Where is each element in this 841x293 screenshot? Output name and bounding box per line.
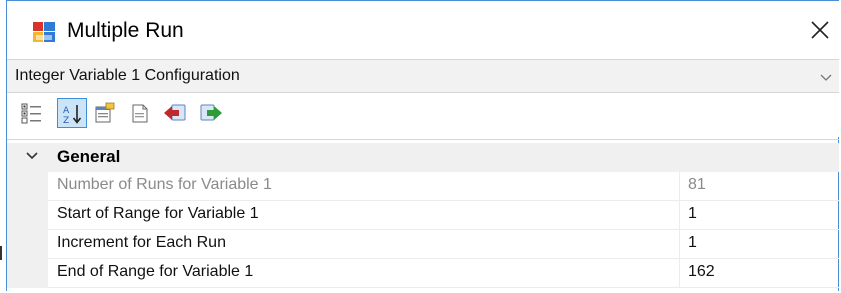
row-gutter	[7, 230, 48, 259]
title-bar: Multiple Run	[7, 1, 839, 59]
chevron-down-icon	[819, 70, 833, 84]
events-button[interactable]	[125, 98, 155, 128]
category-row-general: General	[7, 143, 839, 172]
property-value-cell[interactable]: 1	[680, 201, 839, 230]
property-name: Increment for Each Run	[57, 234, 226, 251]
property-row-end-of-range[interactable]: End of Range for Variable 1 162	[7, 259, 839, 288]
category-label: General	[57, 147, 121, 166]
property-name: Number of Runs for Variable 1	[57, 176, 272, 193]
arrow-back-icon	[164, 104, 186, 121]
property-pages-icon	[95, 102, 115, 123]
property-value-cell: 81	[680, 172, 839, 201]
property-name-cell: Start of Range for Variable 1	[48, 201, 680, 230]
object-selector-dropdown[interactable]: Integer Variable 1 Configuration	[7, 59, 839, 93]
property-name-cell: End of Range for Variable 1	[48, 259, 680, 288]
row-gutter	[7, 259, 48, 288]
close-button[interactable]	[803, 13, 837, 47]
back-button[interactable]	[159, 98, 189, 128]
categorized-icon	[21, 103, 41, 124]
property-row-start-of-range[interactable]: Start of Range for Variable 1 1	[7, 201, 839, 230]
property-row-increment[interactable]: Increment for Each Run 1	[7, 230, 839, 259]
property-pages-button[interactable]	[89, 98, 119, 128]
property-value-cell[interactable]: 1	[680, 230, 839, 259]
row-gutter	[7, 172, 48, 201]
property-value: 162	[688, 263, 715, 280]
selector-value: Integer Variable 1 Configuration	[15, 67, 240, 84]
property-row-number-of-runs[interactable]: Number of Runs for Variable 1 81	[7, 172, 839, 201]
sort-alphabetical-icon: A Z	[63, 105, 82, 125]
property-name: Start of Range for Variable 1	[57, 205, 259, 222]
svg-text:A: A	[63, 106, 70, 116]
property-value: 81	[688, 176, 706, 193]
property-value-cell[interactable]: 162	[680, 259, 839, 288]
close-icon	[811, 21, 829, 39]
property-grid: General Number of Runs for Variable 1 81…	[7, 139, 839, 292]
left-edge-mark	[0, 246, 2, 260]
categorized-button[interactable]	[17, 98, 47, 128]
property-value: 1	[688, 234, 697, 251]
property-value: 1	[688, 205, 697, 222]
window-app-icon	[33, 22, 55, 42]
document-icon	[132, 104, 148, 123]
property-name-cell: Increment for Each Run	[48, 230, 680, 259]
window-title: Multiple Run	[67, 19, 184, 42]
arrow-forward-icon	[200, 104, 222, 121]
row-gutter	[7, 201, 48, 230]
svg-text:Z: Z	[63, 116, 69, 125]
forward-button[interactable]	[195, 98, 225, 128]
property-name-cell: Number of Runs for Variable 1	[48, 172, 680, 201]
property-grid-toolbar: A Z	[7, 93, 839, 137]
property-name: End of Range for Variable 1	[57, 263, 254, 280]
multiple-run-window: Multiple Run Integer Variable 1 Configur…	[6, 0, 839, 291]
collapse-chevron-icon[interactable]	[25, 149, 39, 163]
alphabetical-button[interactable]: A Z	[57, 98, 87, 128]
